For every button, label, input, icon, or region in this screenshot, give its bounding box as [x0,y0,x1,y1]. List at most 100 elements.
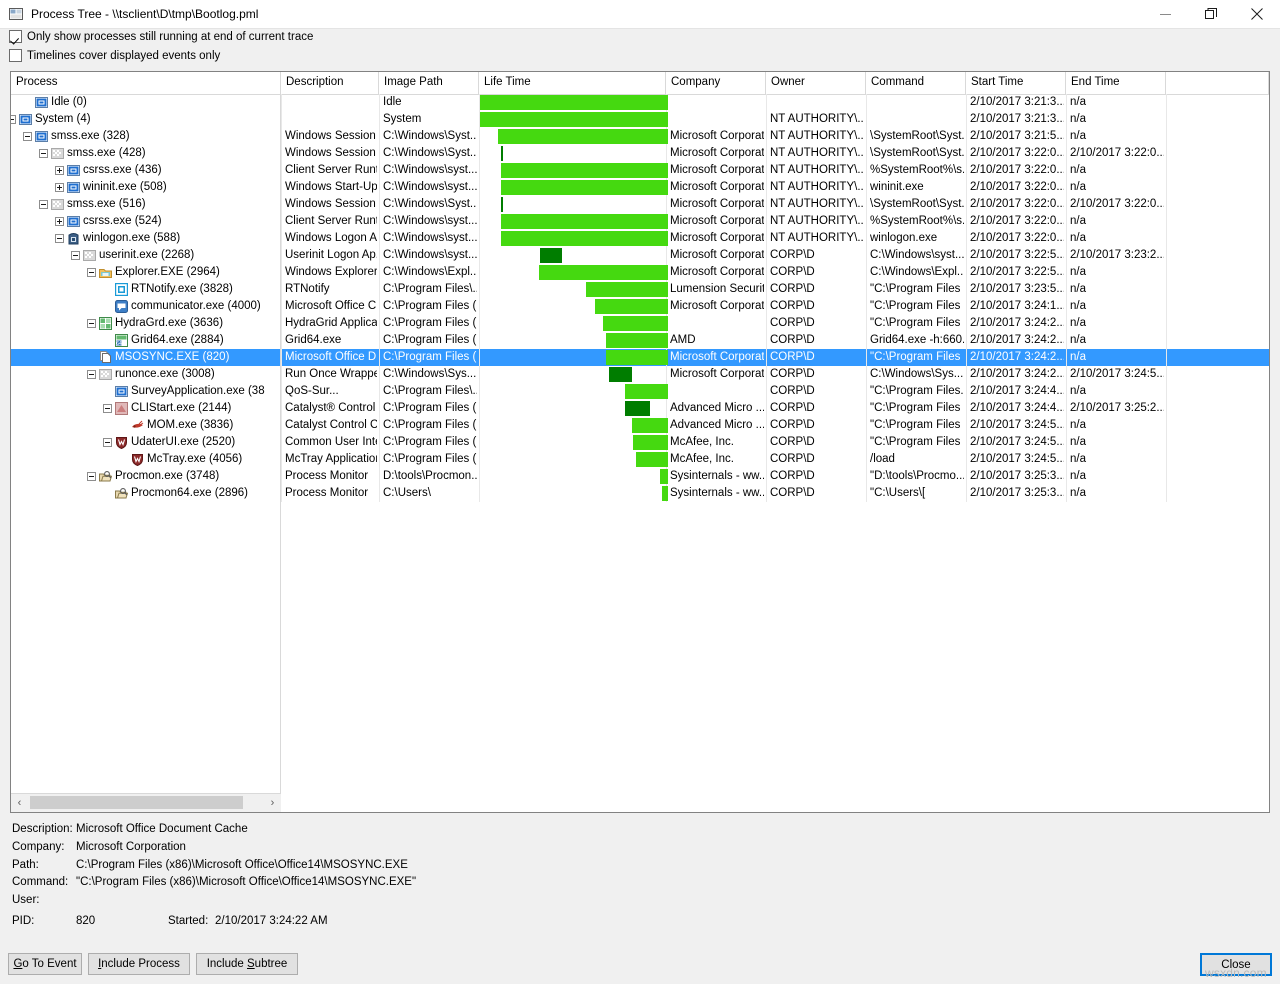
process-name[interactable]: HydraGrd.exe (3636) [115,315,223,332]
collapse-icon[interactable] [11,115,16,124]
minimize-button[interactable] [1142,0,1188,28]
cell-divider [766,94,767,111]
table-row[interactable]: 64Grid64.exe (2884)Grid64.exeC:\Program … [11,332,1269,349]
include-subtree-button[interactable]: Include Subtree [196,953,298,975]
process-name[interactable]: csrss.exe (524) [83,213,162,230]
column-header-company[interactable]: Company [666,72,766,94]
process-name[interactable]: winlogon.exe (588) [83,230,180,247]
process-name[interactable]: Procmon.exe (3748) [115,468,219,485]
table-row[interactable]: HydraGrd.exe (3636)HydraGrid Applica...C… [11,315,1269,332]
cell-divider [479,213,480,230]
table-row[interactable]: smss.exe (516)Windows Session ...C:\Wind… [11,196,1269,213]
process-name[interactable]: userinit.exe (2268) [99,247,194,264]
collapse-icon[interactable] [39,200,48,209]
process-rows[interactable]: Idle (0)Idle2/10/2017 3:21:3...n/aSystem… [11,94,1269,791]
table-row[interactable]: McTray.exe (4056)McTray ApplicationC:\Pr… [11,451,1269,468]
cell-start-time: 2/10/2017 3:21:3... [970,94,1064,111]
collapse-icon[interactable] [87,472,96,481]
process-name[interactable]: SurveyApplication.exe (38 [131,383,265,400]
process-name[interactable]: Grid64.exe (2884) [131,332,224,349]
table-row[interactable]: wininit.exe (508)Windows Start-Up...C:\W… [11,179,1269,196]
cell-divider [1166,366,1167,383]
collapse-icon[interactable] [87,370,96,379]
column-header-process[interactable]: Process [11,72,281,94]
table-row[interactable]: System (4)SystemNT AUTHORITY\...2/10/201… [11,111,1269,128]
table-row[interactable]: smss.exe (428)Windows Session ...C:\Wind… [11,145,1269,162]
cell-divider [766,162,767,179]
process-name[interactable]: smss.exe (516) [67,196,146,213]
collapse-icon[interactable] [55,234,64,243]
scroll-right-icon[interactable]: › [264,794,281,811]
collapse-icon[interactable] [103,404,112,413]
table-row[interactable]: RTNotify.exe (3828)RTNotifyC:\Program Fi… [11,281,1269,298]
expand-icon[interactable] [55,166,64,175]
collapse-icon[interactable] [87,319,96,328]
collapse-icon[interactable] [39,149,48,158]
scroll-left-icon[interactable]: ‹ [11,794,28,811]
table-row[interactable]: Procmon.exe (3748)Process MonitorD:\tool… [11,468,1269,485]
table-row[interactable]: UdaterUI.exe (2520)Common User Inte...C:… [11,434,1269,451]
cell-divider [866,230,867,247]
table-row[interactable]: CLIStart.exe (2144)Catalyst® Control ...… [11,400,1269,417]
process-tree-panel[interactable]: ProcessDescriptionImage PathLife TimeCom… [10,71,1270,813]
table-row[interactable]: csrss.exe (524)Client Server Runt...C:\W… [11,213,1269,230]
process-name[interactable]: UdaterUI.exe (2520) [131,434,235,451]
process-name[interactable]: Idle (0) [51,94,87,111]
table-row[interactable]: runonce.exe (3008)Run Once WrapperC:\Win… [11,366,1269,383]
go-to-event-button[interactable]: Go To Event [8,953,82,975]
table-row[interactable]: Idle (0)Idle2/10/2017 3:21:3...n/a [11,94,1269,111]
process-name[interactable]: RTNotify.exe (3828) [131,281,233,298]
expand-icon[interactable] [55,217,64,226]
table-row[interactable]: userinit.exe (2268)Userinit Logon Ap...C… [11,247,1269,264]
process-name[interactable]: smss.exe (328) [51,128,130,145]
process-name[interactable]: MOM.exe (3836) [147,417,233,434]
table-row[interactable]: MSOSYNC.EXE (820)Microsoft Office D...C:… [11,349,1269,366]
cell-divider [866,298,867,315]
column-header-lifetime[interactable]: Life Time [479,72,666,94]
collapse-icon[interactable] [23,132,32,141]
restore-button[interactable] [1188,0,1234,28]
lifetime-bar [662,486,668,501]
collapse-icon[interactable] [71,251,80,260]
table-row[interactable]: MOM.exe (3836)Catalyst Control C...C:\Pr… [11,417,1269,434]
cell-company: Microsoft Corporat... [670,349,764,366]
process-name[interactable]: smss.exe (428) [67,145,146,162]
table-row[interactable]: Procmon64.exe (2896)Process MonitorC:\Us… [11,485,1269,502]
column-header-start[interactable]: Start Time [966,72,1066,94]
close-button[interactable] [1234,0,1280,28]
process-name[interactable]: communicator.exe (4000) [131,298,261,315]
expand-icon[interactable] [55,183,64,192]
horizontal-scrollbar[interactable]: ‹ › [11,793,281,812]
column-header-path[interactable]: Image Path [379,72,479,94]
process-name[interactable]: runonce.exe (3008) [115,366,215,383]
table-row[interactable]: Explorer.EXE (2964)Windows ExplorerC:\Wi… [11,264,1269,281]
column-header-spare[interactable] [1166,72,1269,94]
process-name[interactable]: Procmon64.exe (2896) [131,485,248,502]
collapse-icon[interactable] [103,438,112,447]
table-row[interactable]: csrss.exe (436)Client Server Runt...C:\W… [11,162,1269,179]
process-name[interactable]: MSOSYNC.EXE (820) [115,349,232,366]
timelines-checkbox[interactable] [9,49,22,62]
collapse-icon[interactable] [87,268,96,277]
process-name[interactable]: System (4) [35,111,91,128]
table-row[interactable]: SurveyApplication.exe (38QoS-Sur...C:\Pr… [11,383,1269,400]
process-name[interactable]: McTray.exe (4056) [147,451,242,468]
column-header-row[interactable]: ProcessDescriptionImage PathLife TimeCom… [11,72,1269,95]
column-header-end[interactable]: End Time [1066,72,1166,94]
process-name[interactable]: wininit.exe (508) [83,179,167,196]
scrollbar-thumb[interactable] [30,796,243,809]
process-name[interactable]: CLIStart.exe (2144) [131,400,231,417]
table-row[interactable]: smss.exe (328)Windows Session ...C:\Wind… [11,128,1269,145]
cell-divider [379,179,380,196]
column-header-desc[interactable]: Description [281,72,379,94]
table-row[interactable]: communicator.exe (4000)Microsoft Office … [11,298,1269,315]
process-name[interactable]: csrss.exe (436) [83,162,162,179]
table-row[interactable]: winlogon.exe (588)Windows Logon A...C:\W… [11,230,1269,247]
column-header-owner[interactable]: Owner [766,72,866,94]
include-process-button[interactable]: Include Process [88,953,190,975]
column-header-command[interactable]: Command [866,72,966,94]
cell-divider [281,434,282,451]
process-name[interactable]: Explorer.EXE (2964) [115,264,220,281]
only-running-checkbox[interactable] [9,30,22,43]
cell-divider [666,196,667,213]
